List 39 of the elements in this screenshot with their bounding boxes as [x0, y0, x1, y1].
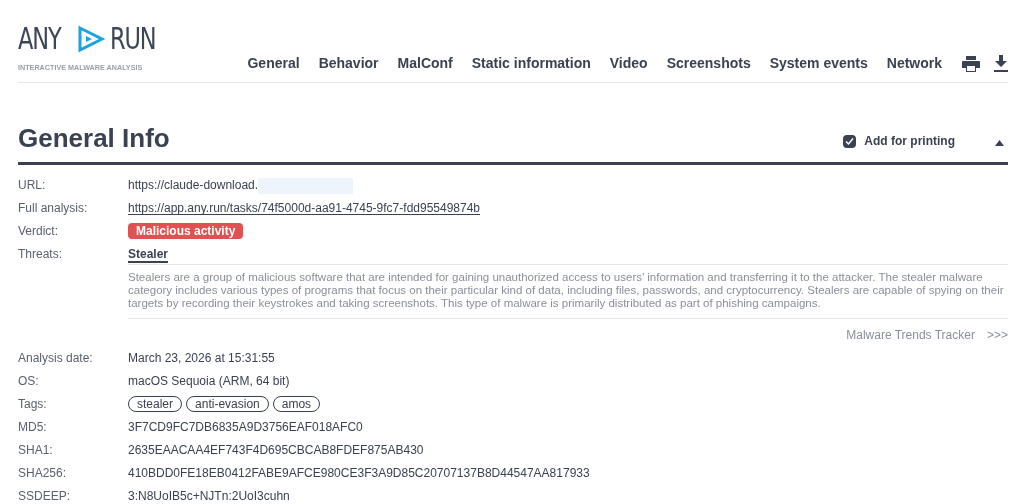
nav-tab[interactable]: Behavior — [318, 53, 379, 74]
field-label: SSDEEP: — [18, 488, 72, 504]
field-label: Analysis date: — [18, 350, 94, 367]
print-checkbox[interactable] — [843, 134, 857, 148]
section-title: General Info — [18, 122, 170, 155]
play-logo-icon — [76, 24, 106, 54]
field-label: SHA256: — [18, 465, 68, 482]
field-label: Tags: — [18, 396, 48, 413]
print-icon[interactable] — [962, 56, 980, 72]
verdict-badge: Malicious activity — [128, 223, 244, 239]
nav-tab[interactable]: Static information — [471, 53, 591, 74]
field-value: 410BDD0FE18EB0412FABE9AFCE980CE3F3A9D85C20707137B8D44547AA817933 — [128, 466, 590, 480]
field-value: 3:N8UoIB5c+NJTn:2UoI3cuhn — [128, 489, 290, 503]
threat-description: Stealers are a group of malicious software that are intended for gaining unauthorized access to users’ information and transferring it to the attacker. The stealer malware category includes various types of programs that focus on their particular kind of data, including files, passwords, and cryptocurrency. Stealers are capable of spying on their targets by recording their keystrokes and taking screenshots. This type of malware is primarily distributed as part of phishing campaigns. — [128, 265, 1008, 319]
field-label: SHA1: — [18, 442, 54, 459]
collapse-caret-icon[interactable] — [995, 140, 1004, 146]
field-value: March 23, 2026 at 15:31:55 — [128, 351, 275, 365]
field-label: Full analysis: — [18, 200, 89, 217]
nav-tab[interactable]: Screenshots — [666, 53, 751, 74]
download-icon[interactable] — [994, 55, 1008, 72]
url-text: https://claude-download. — [128, 177, 259, 194]
nav-tab[interactable]: Video — [609, 53, 648, 74]
field-value: macOS Sequoia (ARM, 64 bit) — [128, 374, 290, 388]
threat-link[interactable]: Stealer — [128, 247, 169, 263]
field-label: URL: — [18, 177, 47, 194]
nav-tab[interactable]: System events — [769, 53, 868, 74]
field-label: Verdict: — [18, 223, 60, 240]
field-value: 3F7CD9FC7DB6835A9D3756EAF018AFC0 — [128, 420, 363, 434]
nav-tab[interactable]: General — [247, 53, 300, 74]
field-label: OS: — [18, 373, 40, 390]
field-label: MD5: — [18, 419, 48, 436]
analysis-link[interactable]: https://app.any.run/tasks/74f5000d-aa91-4745-9fc7-fdd95549874b — [128, 201, 481, 215]
field-label: Threats: — [18, 246, 63, 263]
nav-tab[interactable]: MalConf — [397, 53, 453, 74]
trends-tracker-arrow[interactable]: >>> — [986, 327, 1008, 344]
field-value: 2635EAACAA4EF743F4D695CBCAB8FDEF875AB430 — [128, 443, 424, 457]
logo-subtitle: INTERACTIVE MALWARE ANALYSIS — [18, 62, 144, 74]
nav-tab[interactable]: Network — [886, 53, 942, 74]
print-label[interactable]: Add for printing — [864, 132, 955, 150]
